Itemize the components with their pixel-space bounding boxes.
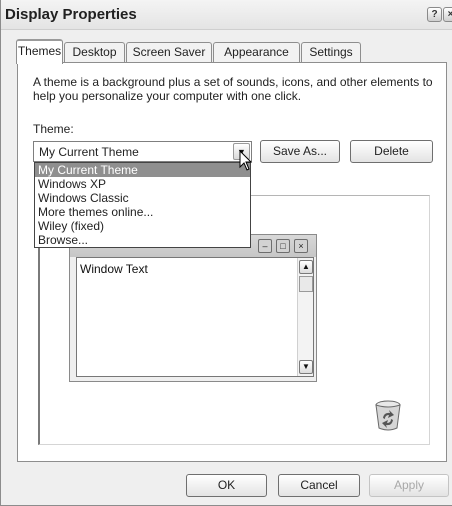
theme-dropdown-list: My Current Theme Windows XP Windows Clas…	[34, 162, 251, 248]
theme-option-windows-classic[interactable]: Windows Classic	[35, 191, 250, 205]
theme-select-value: My Current Theme	[39, 145, 139, 159]
maximize-icon: □	[276, 239, 290, 253]
mouse-cursor-icon	[239, 150, 253, 171]
sample-scroll-thumb	[299, 276, 313, 292]
title-bar[interactable]: Display Properties ? ×	[1, 0, 452, 30]
save-as-button[interactable]: Save As...	[260, 140, 340, 163]
theme-option-wiley-fixed[interactable]: Wiley (fixed)	[35, 219, 250, 233]
scroll-down-icon: ▼	[299, 360, 313, 374]
close-icon: ×	[294, 239, 308, 253]
ok-button[interactable]: OK	[186, 474, 267, 497]
cancel-button[interactable]: Cancel	[278, 474, 360, 497]
theme-description: A theme is a background plus a set of so…	[33, 75, 433, 103]
theme-select[interactable]: My Current Theme ▼	[33, 141, 252, 162]
delete-button[interactable]: Delete	[350, 140, 433, 163]
window-title: Display Properties	[5, 6, 137, 23]
sample-window-text: Window Text	[80, 262, 148, 276]
tab-screen-saver[interactable]: Screen Saver	[126, 42, 212, 63]
tab-desktop[interactable]: Desktop	[64, 42, 125, 63]
tab-settings[interactable]: Settings	[301, 42, 361, 63]
theme-option-browse[interactable]: Browse...	[35, 233, 250, 247]
theme-option-windows-xp[interactable]: Windows XP	[35, 177, 250, 191]
tab-themes[interactable]: Themes	[16, 39, 63, 64]
sample-window: – □ × Window Text ▲ ▼	[69, 234, 317, 382]
recycle-bin-icon	[375, 400, 401, 431]
theme-option-more-themes-online[interactable]: More themes online...	[35, 205, 250, 219]
sample-scrollbar: ▲ ▼	[297, 258, 313, 376]
minimize-icon: –	[258, 239, 272, 253]
theme-option-my-current-theme[interactable]: My Current Theme	[35, 163, 250, 177]
help-icon[interactable]: ?	[427, 7, 442, 22]
close-icon[interactable]: ×	[443, 7, 452, 22]
display-properties-window: Display Properties ? × Themes Desktop Sc…	[0, 0, 452, 506]
theme-label: Theme:	[33, 122, 74, 136]
tab-appearance[interactable]: Appearance	[213, 42, 300, 63]
sample-window-body: Window Text ▲ ▼	[76, 257, 314, 377]
apply-button[interactable]: Apply	[369, 474, 449, 497]
scroll-up-icon: ▲	[299, 260, 313, 274]
